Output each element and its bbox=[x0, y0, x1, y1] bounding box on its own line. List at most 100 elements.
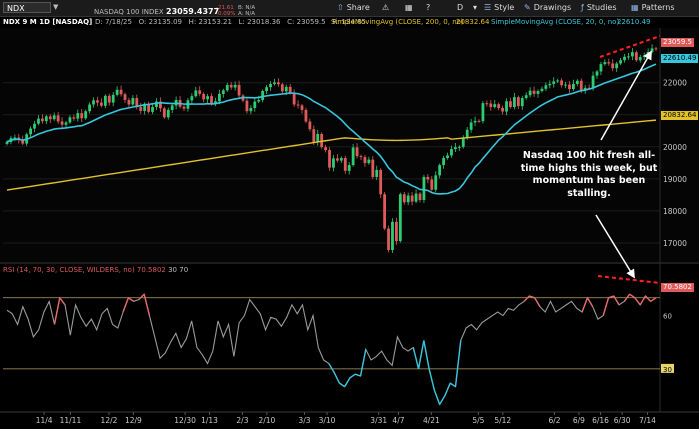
candle bbox=[575, 80, 579, 84]
candle bbox=[233, 84, 237, 88]
candle bbox=[446, 155, 449, 159]
candle bbox=[277, 82, 280, 85]
candle bbox=[477, 120, 481, 122]
candle bbox=[37, 118, 40, 124]
rsi-overbought-segment bbox=[127, 297, 135, 302]
rsi-overbought-segment bbox=[613, 295, 620, 306]
candle bbox=[29, 128, 32, 135]
candle bbox=[84, 111, 88, 119]
candle bbox=[280, 84, 284, 92]
candle bbox=[501, 108, 504, 112]
candle bbox=[430, 179, 434, 190]
candle bbox=[210, 96, 213, 104]
candle bbox=[387, 228, 390, 251]
candle bbox=[607, 62, 611, 64]
candle bbox=[359, 156, 363, 158]
candle bbox=[579, 80, 583, 91]
x-tick-label: 12/30 bbox=[174, 416, 196, 425]
candle bbox=[623, 56, 626, 61]
candle bbox=[198, 90, 202, 94]
price-tick-label: 18000 bbox=[663, 207, 687, 216]
rsi-oversold-segment bbox=[349, 373, 356, 379]
candle bbox=[343, 158, 347, 171]
rsi-axis-label: 70.5802 bbox=[661, 283, 694, 292]
candle bbox=[221, 90, 225, 94]
candle bbox=[465, 129, 469, 138]
candle bbox=[414, 193, 418, 202]
candle bbox=[564, 84, 567, 86]
candle bbox=[371, 159, 375, 177]
price-label: 23059.5 bbox=[661, 38, 694, 47]
rsi-header: RSI (14, 70, 30, CLOSE, WILDERS, no) 70.… bbox=[3, 266, 188, 274]
annotation-text: Nasdaq 100 hit fresh all-time highs this… bbox=[520, 150, 658, 199]
candle bbox=[72, 117, 76, 119]
rsi-overbought-segment bbox=[138, 293, 145, 301]
x-tick-label: 5/5 bbox=[472, 416, 484, 425]
candle bbox=[572, 83, 575, 90]
rsi-overbought-segment bbox=[534, 297, 541, 308]
candle bbox=[375, 169, 379, 177]
candle bbox=[304, 109, 308, 122]
rsi-trendline bbox=[597, 275, 661, 284]
rsi-overbought-segment bbox=[581, 297, 589, 313]
x-tick-label: 2/10 bbox=[258, 416, 275, 425]
rsi-overbought-segment bbox=[53, 297, 61, 325]
candle bbox=[654, 48, 658, 50]
x-tick-label: 12/2 bbox=[101, 416, 118, 425]
candle bbox=[615, 63, 619, 69]
candle bbox=[489, 103, 493, 108]
rsi-level-30: 30 bbox=[168, 266, 178, 274]
candle bbox=[434, 175, 438, 190]
candle bbox=[265, 87, 268, 92]
candle bbox=[524, 95, 528, 99]
candle bbox=[438, 165, 442, 176]
candle bbox=[56, 115, 60, 122]
rsi-oversold-segment bbox=[428, 368, 436, 391]
candle bbox=[229, 84, 233, 88]
rsi-overbought-segment bbox=[629, 293, 636, 299]
candle bbox=[485, 103, 489, 105]
candle bbox=[631, 52, 634, 57]
candle bbox=[44, 116, 48, 122]
candle bbox=[166, 109, 170, 118]
rsi-overbought-segment bbox=[122, 297, 130, 313]
candle bbox=[395, 221, 398, 242]
candle bbox=[182, 106, 186, 109]
candle bbox=[194, 90, 198, 97]
candle bbox=[591, 75, 595, 89]
candle bbox=[509, 101, 512, 108]
rsi-oversold-segment bbox=[433, 389, 441, 405]
candle bbox=[249, 108, 253, 112]
price-tick-label: 22000 bbox=[663, 79, 687, 88]
candle bbox=[119, 89, 123, 95]
rsi-overbought-segment bbox=[639, 295, 647, 306]
x-tick-label: 3/3 bbox=[298, 416, 310, 425]
candle bbox=[379, 169, 383, 195]
candle bbox=[131, 98, 135, 105]
candle bbox=[190, 96, 194, 101]
rsi-overbought-segment bbox=[586, 297, 594, 308]
rsi-oversold-segment bbox=[449, 382, 456, 388]
candle bbox=[528, 90, 532, 96]
candle bbox=[103, 95, 107, 106]
rsi-oversold-segment bbox=[439, 395, 446, 405]
candle bbox=[560, 80, 563, 86]
sma200-axis-label: 20832.64 bbox=[661, 111, 699, 120]
rsi-oversold-segment bbox=[355, 373, 361, 377]
rsi-oversold-segment bbox=[359, 349, 367, 377]
candle bbox=[556, 80, 560, 82]
candle bbox=[225, 84, 229, 91]
rsi-oversold-segment bbox=[423, 340, 430, 370]
candle bbox=[273, 82, 276, 84]
x-tick-label: 11/11 bbox=[60, 416, 82, 425]
candle bbox=[568, 84, 571, 90]
candle bbox=[288, 86, 292, 93]
candle bbox=[638, 57, 642, 61]
rsi-overbought-segment bbox=[650, 297, 657, 302]
candle bbox=[257, 99, 261, 102]
rsi-overbought-segment bbox=[602, 297, 610, 316]
candle bbox=[552, 81, 556, 84]
candle bbox=[391, 221, 394, 251]
candle bbox=[611, 63, 615, 69]
rsi-oversold-segment bbox=[412, 347, 420, 370]
